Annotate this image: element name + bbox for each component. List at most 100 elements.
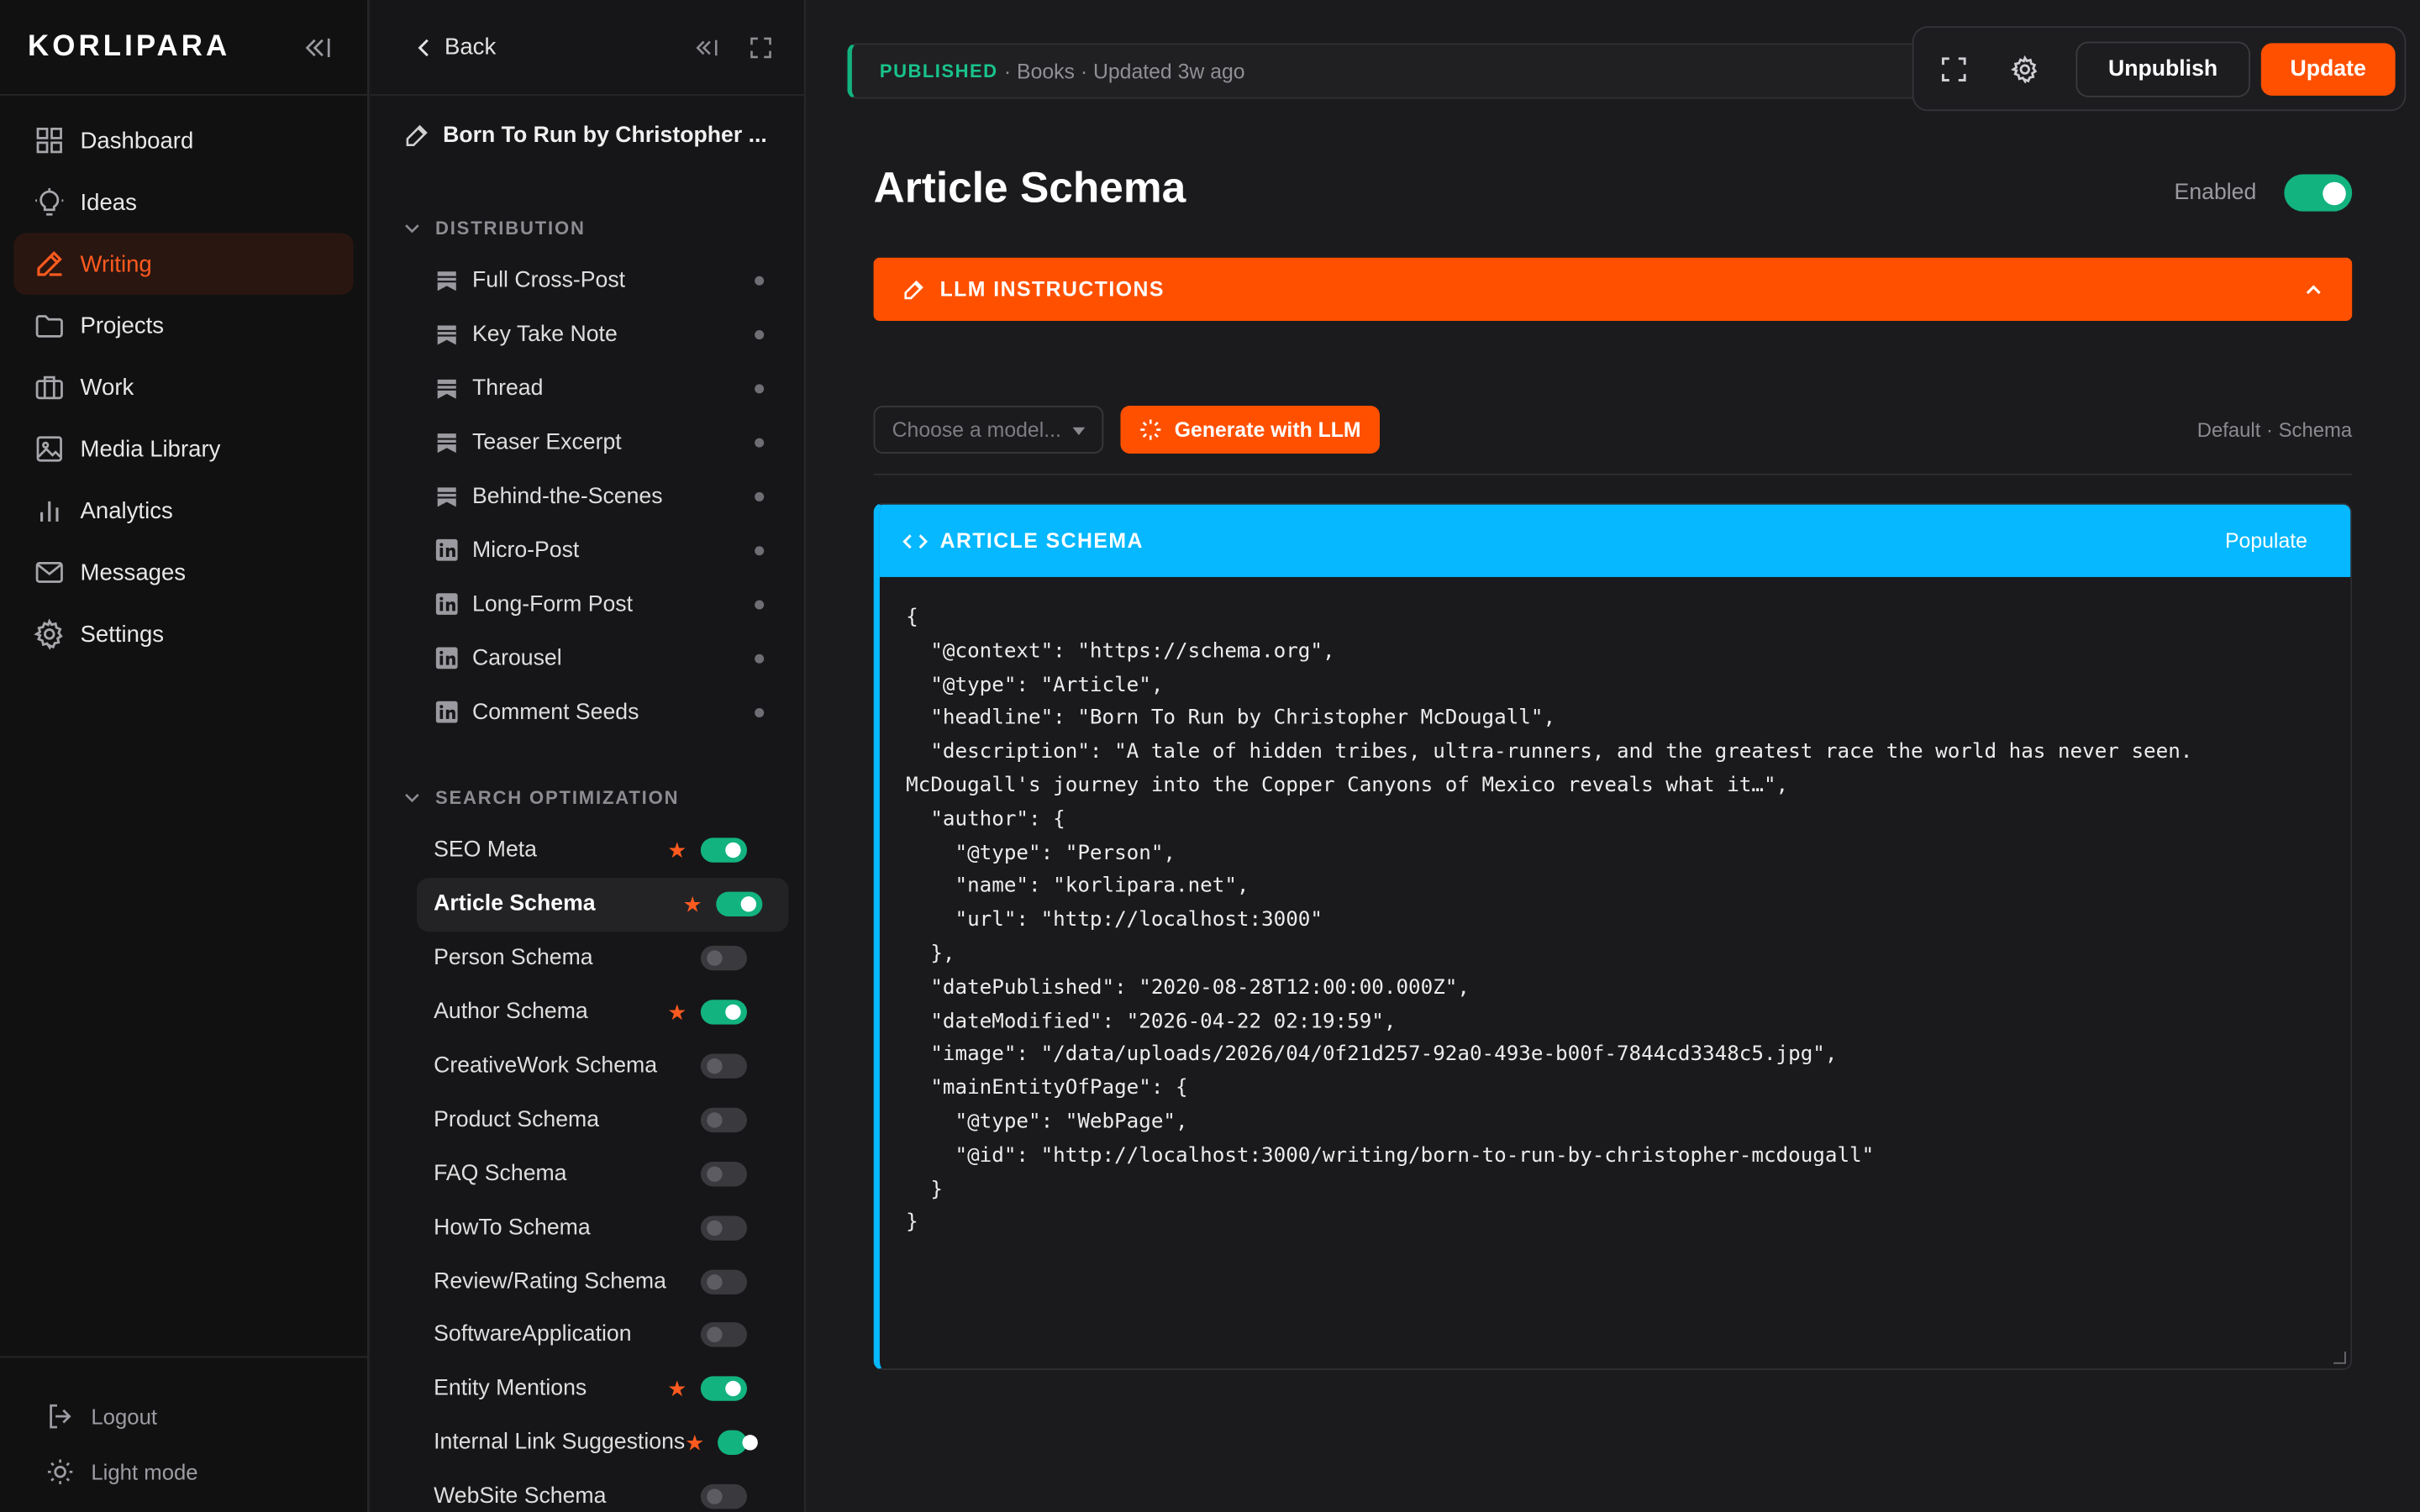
search-item[interactable]: Person Schema xyxy=(371,932,789,985)
nav-item-messages[interactable]: Messages xyxy=(14,542,354,603)
nav-item-work[interactable]: Work xyxy=(14,356,354,417)
search-item[interactable]: HowTo Schema xyxy=(371,1200,789,1254)
generate-with-llm-button[interactable]: Generate with LLM xyxy=(1120,406,1380,454)
search-item-toggle[interactable] xyxy=(700,1268,747,1294)
search-item-toggle[interactable] xyxy=(718,1431,758,1456)
status-dot xyxy=(755,330,765,340)
search-item-label: Entity Mentions xyxy=(434,1377,587,1402)
search-item-toggle[interactable] xyxy=(700,1484,747,1509)
nav-item-writing[interactable]: Writing xyxy=(13,233,354,295)
search-item-label: Review/Rating Schema xyxy=(434,1268,666,1294)
search-item-toggle[interactable] xyxy=(700,1322,747,1348)
linkedin-icon xyxy=(435,539,459,563)
gear-icon[interactable] xyxy=(2011,55,2039,83)
chevron-down-icon xyxy=(404,221,419,236)
generate-label: Generate with LLM xyxy=(1174,417,1361,442)
search-item-toggle[interactable] xyxy=(700,946,747,971)
nav-item-label: Messages xyxy=(80,559,187,586)
linkedin-icon xyxy=(435,701,459,724)
status-dot xyxy=(755,600,765,610)
search-item[interactable]: FAQ Schema xyxy=(371,1147,789,1200)
search-item-toggle[interactable] xyxy=(700,1107,747,1132)
distribution-item-label: Key Take Note xyxy=(472,323,618,348)
search-item-toggle[interactable] xyxy=(700,838,747,864)
distribution-item[interactable]: Behind-the-Scenes xyxy=(371,470,804,523)
search-item-label: SoftwareApplication xyxy=(434,1322,632,1348)
schema-code-editor[interactable]: { "@context": "https://schema.org", "@ty… xyxy=(880,577,2350,1241)
folder-icon xyxy=(34,310,65,341)
search-item-toggle[interactable] xyxy=(700,1161,747,1187)
distribution-item[interactable]: Teaser Excerpt xyxy=(371,416,804,470)
bar-chart-icon xyxy=(34,496,65,527)
llm-instructions-bar[interactable]: LLM INSTRUCTIONS xyxy=(873,257,2353,322)
back-label: Back xyxy=(444,34,497,60)
search-item[interactable]: SEO Meta ★ xyxy=(371,824,789,878)
light-mode-button[interactable]: Light mode xyxy=(0,1444,369,1499)
search-item[interactable]: Author Schema ★ xyxy=(371,985,789,1039)
search-item[interactable]: Product Schema xyxy=(371,1093,789,1147)
logout-button[interactable]: Logout xyxy=(0,1389,369,1444)
search-item[interactable]: SoftwareApplication xyxy=(371,1309,789,1362)
chevron-up-icon[interactable] xyxy=(2302,279,2324,301)
search-item[interactable]: CreativeWork Schema xyxy=(371,1039,789,1093)
distribution-item-label: Long-Form Post xyxy=(472,591,634,617)
distribution-item[interactable]: Key Take Note xyxy=(371,308,804,362)
light-mode-label: Light mode xyxy=(91,1459,198,1484)
distribution-item[interactable]: Thread xyxy=(371,362,804,416)
distribution-item[interactable]: Long-Form Post xyxy=(371,578,804,632)
update-button[interactable]: Update xyxy=(2260,42,2396,95)
main-nav: Dashboard Ideas Writing Projects Work Media L… xyxy=(0,96,367,665)
status-dot xyxy=(755,491,765,501)
collapse-panel-icon[interactable] xyxy=(695,34,719,59)
distribution-section-header[interactable]: DISTRIBUTION xyxy=(371,207,804,249)
distribution-item[interactable]: Carousel xyxy=(371,632,804,685)
distribution-item[interactable]: Full Cross-Post xyxy=(371,255,804,308)
back-button[interactable]: Back xyxy=(413,34,496,60)
search-item-toggle[interactable] xyxy=(700,1053,747,1079)
editor-main: PUBLISHED · Books · Updated 3w ago Unpub… xyxy=(805,0,2420,1512)
search-item-label: Author Schema xyxy=(434,1000,588,1025)
nav-item-media-library[interactable]: Media Library xyxy=(14,418,354,480)
search-item-toggle[interactable] xyxy=(716,892,763,917)
populate-button[interactable]: Populate xyxy=(2225,529,2307,553)
nav-item-label: Settings xyxy=(80,621,165,648)
nav-item-settings[interactable]: Settings xyxy=(14,603,354,664)
nav-item-ideas[interactable]: Ideas xyxy=(14,171,354,233)
chevron-left-icon xyxy=(413,36,435,58)
unpublish-button[interactable]: Unpublish xyxy=(2075,40,2250,97)
resize-handle[interactable] xyxy=(2333,1351,2346,1364)
distribution-item-label: Behind-the-Scenes xyxy=(472,484,663,510)
nav-item-dashboard[interactable]: Dashboard xyxy=(14,109,354,171)
model-select[interactable]: Choose a model... xyxy=(873,406,1104,454)
star-icon: ★ xyxy=(667,837,687,863)
document-panel: Back Born To Run by Christopher ... DIST… xyxy=(370,0,806,1512)
search-item[interactable]: Internal Link Suggestions ★ xyxy=(371,1416,789,1470)
search-item[interactable]: Entity Mentions ★ xyxy=(371,1362,789,1416)
search-item[interactable]: Article Schema ★ xyxy=(416,877,789,932)
nav-item-projects[interactable]: Projects xyxy=(14,295,354,356)
collapse-sidebar-icon[interactable] xyxy=(305,36,330,58)
distribution-item-label: Carousel xyxy=(472,645,562,671)
search-item-toggle[interactable] xyxy=(700,1000,747,1025)
search-optimization-list: SEO Meta ★ Article Schema ★ Person Schema Aut… xyxy=(371,824,804,1512)
search-section-header[interactable]: SEARCH OPTIMIZATION xyxy=(371,776,804,819)
sun-icon xyxy=(46,1458,74,1486)
expand-icon[interactable] xyxy=(749,34,773,59)
linkedin-icon xyxy=(435,647,459,670)
search-item[interactable]: WebSite Schema xyxy=(371,1470,789,1512)
document-title[interactable]: Born To Run by Christopher ... xyxy=(371,96,804,176)
search-item-label: HowTo Schema xyxy=(434,1215,591,1241)
search-item-toggle[interactable] xyxy=(700,1215,747,1241)
nav-item-label: Analytics xyxy=(80,497,173,524)
action-toolbar: Unpublish Update xyxy=(1912,26,2407,112)
distribution-item[interactable]: Micro-Post xyxy=(371,523,804,577)
status-bar: PUBLISHED · Books · Updated 3w ago xyxy=(847,43,1928,99)
distribution-item[interactable]: Comment Seeds xyxy=(371,685,804,739)
search-item-label: CreativeWork Schema xyxy=(434,1053,658,1079)
search-item[interactable]: Review/Rating Schema xyxy=(371,1255,789,1309)
nav-item-analytics[interactable]: Analytics xyxy=(14,480,354,541)
logout-icon xyxy=(46,1403,74,1431)
search-item-toggle[interactable] xyxy=(700,1377,747,1402)
enabled-toggle[interactable] xyxy=(2284,174,2353,212)
fullscreen-icon[interactable] xyxy=(1940,55,1968,82)
